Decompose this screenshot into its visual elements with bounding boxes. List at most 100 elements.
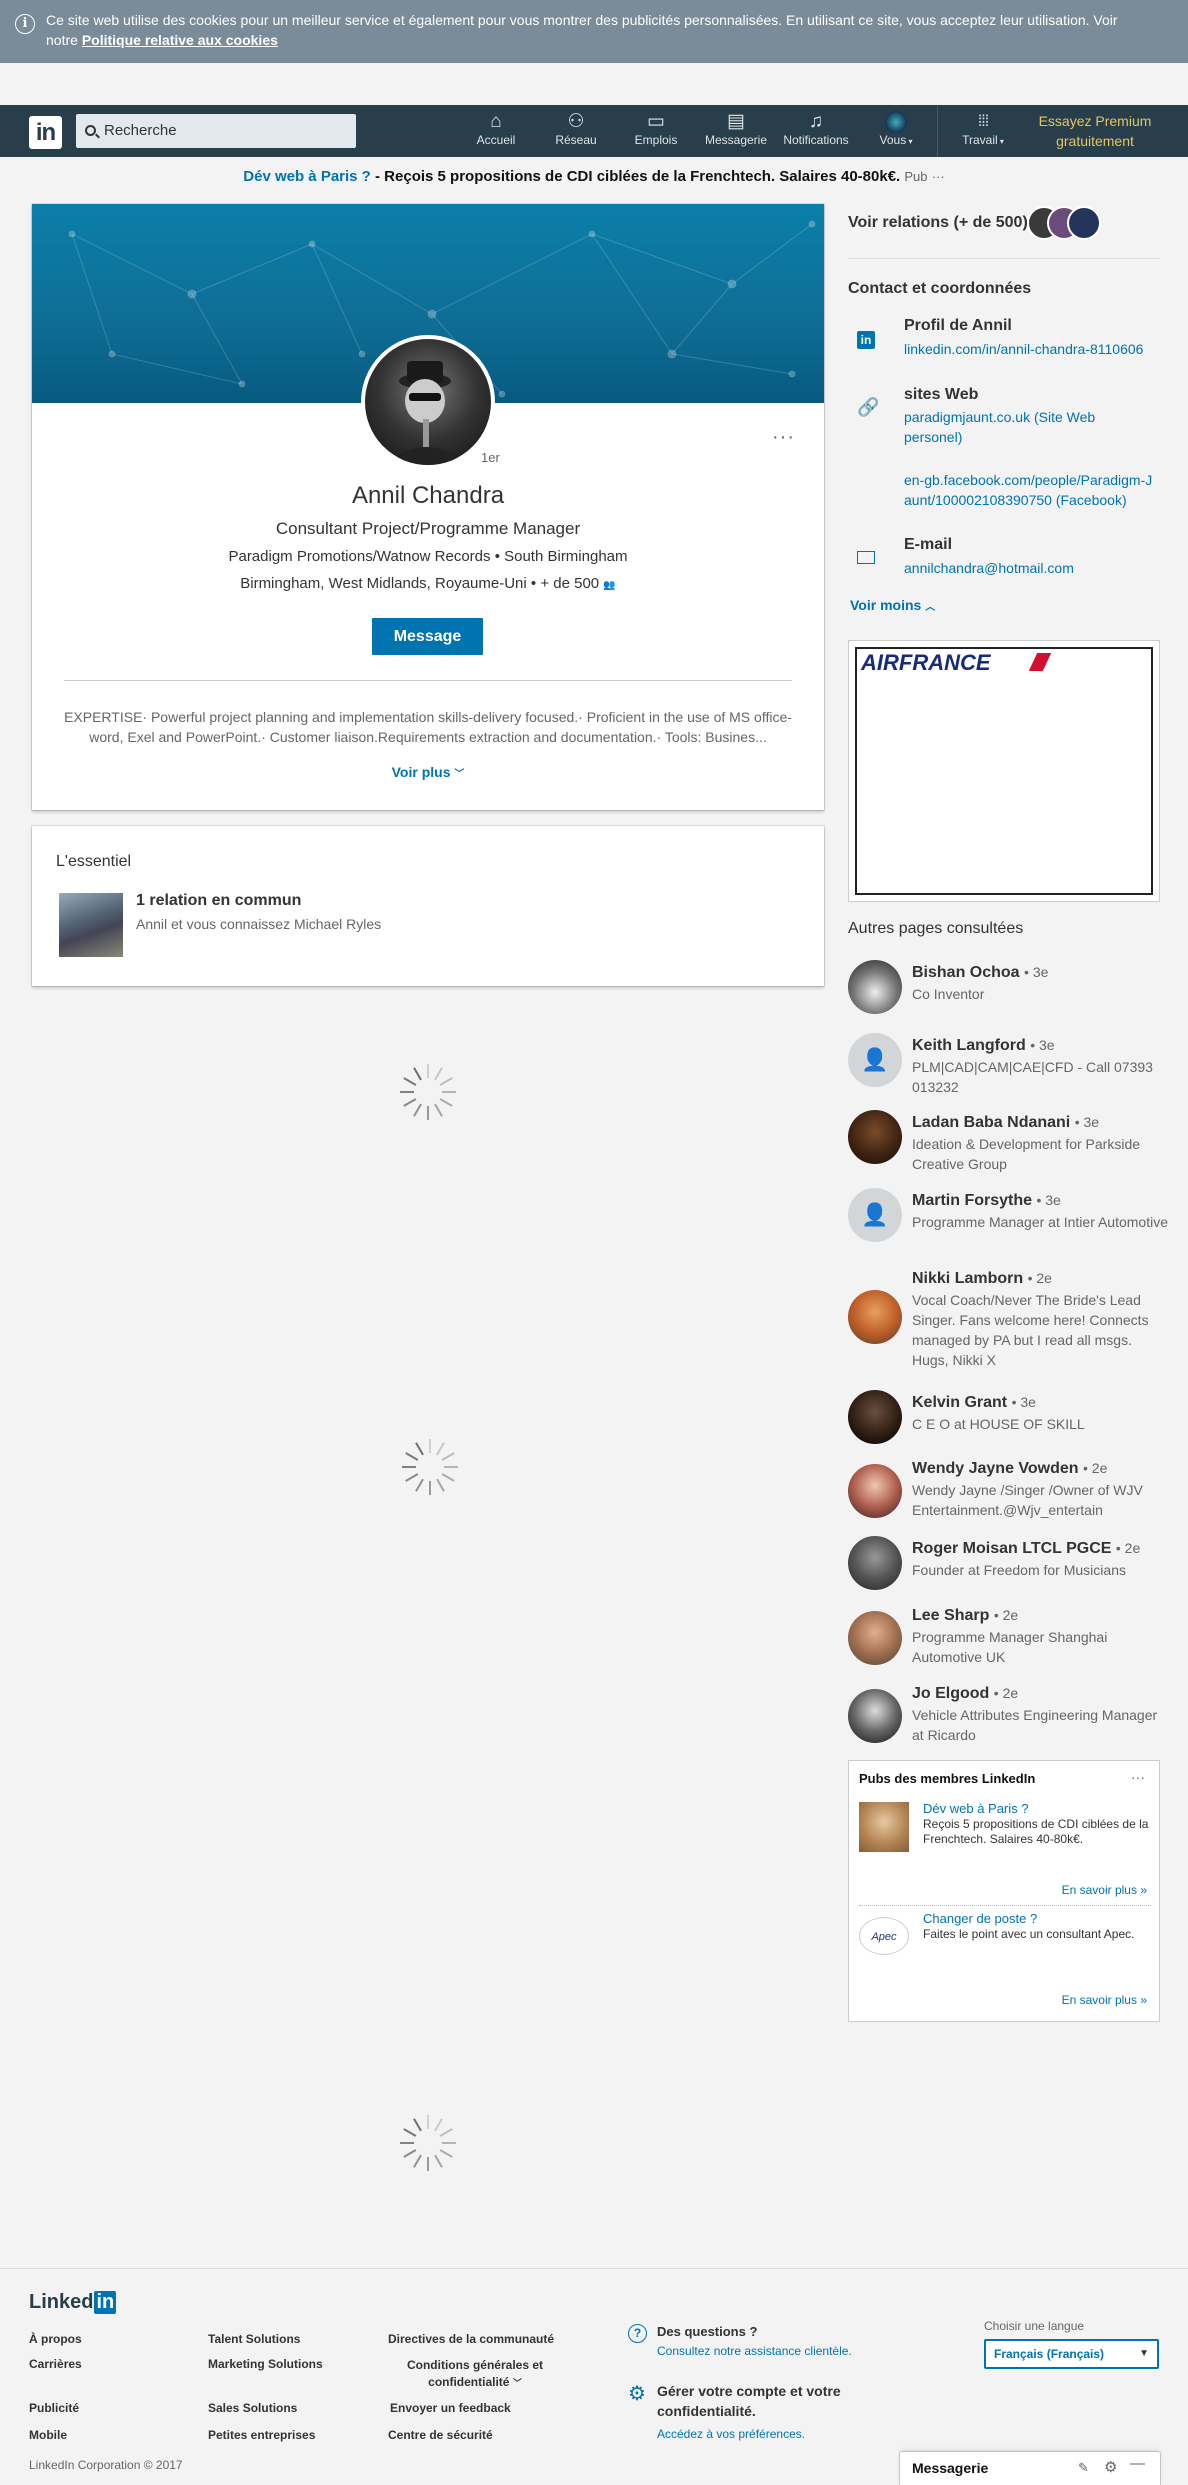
person-item[interactable]: Roger Moisan LTCL PGCE • 2e Founder at F… (848, 1536, 1168, 1596)
profile-url-link[interactable]: linkedin.com/in/annil-chandra-8110606 (904, 341, 1143, 357)
ad2-text[interactable]: Faites le point avec un consultant Apec. (923, 1927, 1153, 1942)
manage-title[interactable]: Gérer votre compte et votre confidential… (657, 2381, 877, 2421)
compose-icon[interactable]: ✎ (1078, 2460, 1089, 2476)
manage-sub[interactable]: Accédez à vos préférences. (657, 2427, 805, 2441)
person-name-line: Ladan Baba Ndanani • 3e (912, 1114, 1099, 1132)
person-item[interactable]: Wendy Jayne Vowden • 2e Wendy Jayne /Sin… (848, 1456, 1168, 1518)
bullet-separator-2: • (530, 575, 541, 592)
person-name: Bishan Ochoa (912, 964, 1020, 981)
sidebar-divider (848, 258, 1160, 259)
person-photo (848, 1689, 902, 1743)
footer-link-about[interactable]: À propos (29, 2332, 82, 2346)
link-icon: 🔗 (857, 397, 880, 417)
profile-school[interactable]: South Birmingham (504, 548, 627, 565)
shared-connections-title[interactable]: 1 relation en commun (136, 892, 301, 910)
person-item[interactable]: 👤 Keith Langford • 3e PLM|CAD|CAM|CAE|CF… (848, 1033, 1168, 1095)
avatar-icon (856, 111, 936, 133)
person-photo (848, 1390, 902, 1444)
footer-link-talent[interactable]: Talent Solutions (208, 2332, 300, 2346)
spinner-bar (415, 1478, 424, 1492)
nav-jobs[interactable]: ▭ Emplois (616, 111, 696, 147)
spinner-bar (413, 1103, 422, 1117)
ad1-text[interactable]: Reçois 5 propositions de CDI ciblées de … (923, 1817, 1153, 1847)
person-item[interactable]: Kelvin Grant • 3e C E O at HOUSE OF SKIL… (848, 1390, 1168, 1450)
shared-connection-photo[interactable] (59, 893, 123, 957)
ad2-title[interactable]: Changer de poste ? (923, 1911, 1037, 1926)
see-less-link[interactable]: Voir moins ︿ (850, 597, 935, 613)
ad2-link[interactable]: En savoir plus » (1062, 1993, 1147, 2007)
profile-summary: EXPERTISE· Powerful project planning and… (64, 709, 792, 745)
member-ads-more-icon[interactable]: ··· (1131, 1769, 1145, 1785)
footer-link-careers[interactable]: Carrières (29, 2357, 82, 2371)
ad1-photo[interactable] (859, 1802, 909, 1852)
language-select[interactable]: Français (Français) ▼ (984, 2339, 1159, 2369)
nav-network[interactable]: ⚇ Réseau (536, 111, 616, 147)
cookie-policy-link[interactable]: Politique relative aux cookies (82, 32, 278, 48)
profile-name: Annil Chandra (351, 482, 505, 509)
footer-link-ads[interactable]: Publicité (29, 2401, 79, 2415)
profile-company[interactable]: Paradigm Promotions/Watnow Records (228, 548, 490, 565)
footer-link-marketing[interactable]: Marketing Solutions (208, 2357, 323, 2371)
nav-messaging[interactable]: ▤ Messagerie (696, 111, 776, 147)
person-item[interactable]: Jo Elgood • 2e Vehicle Attributes Engine… (848, 1681, 1168, 1743)
person-desc: Vocal Coach/Never The Bride's Lead Singe… (912, 1292, 1149, 1368)
footer-link-safety[interactable]: Centre de sécurité (388, 2428, 493, 2442)
person-name-line: Roger Moisan LTCL PGCE • 2e (912, 1540, 1140, 1558)
spinner-bar (429, 1481, 431, 1495)
minimize-icon[interactable]: — (1130, 2455, 1145, 2472)
copyright: LinkedIn Corporation © 2017 (29, 2458, 183, 2472)
email-link[interactable]: annilchandra@hotmail.com (904, 560, 1074, 576)
loading-spinner (398, 2113, 458, 2173)
website-link-2[interactable]: en-gb.facebook.com/people/Paradigm-Jaunt… (904, 470, 1154, 510)
spinner-bar (403, 2149, 417, 2158)
ad1-title[interactable]: Dév web à Paris ? (923, 1801, 1029, 1816)
settings-icon[interactable]: ⚙ (1104, 2458, 1117, 2476)
message-button[interactable]: Message (372, 618, 483, 655)
person-item[interactable]: Bishan Ochoa • 3e Co Inventor (848, 960, 1168, 1020)
profile-photo[interactable] (361, 335, 495, 469)
see-connections-link[interactable]: Voir relations (+ de 500) (848, 214, 1028, 232)
footer-link-sales[interactable]: Sales Solutions (208, 2401, 297, 2415)
ad1-link[interactable]: En savoir plus » (1062, 1883, 1147, 1897)
profile-more-button[interactable]: ··· (772, 426, 795, 449)
questions-title[interactable]: Des questions ? (657, 2324, 757, 2339)
spinner-bar (442, 2142, 456, 2144)
person-name-line: Jo Elgood • 2e (912, 1685, 1018, 1703)
person-desc: Ideation & Development for Parkside Crea… (912, 1136, 1141, 1172)
spinner-bar (413, 2118, 422, 2132)
ad-banner[interactable]: AIRFRANCE (848, 640, 1160, 902)
footer-link-community[interactable]: Directives de la communauté (388, 2332, 554, 2346)
person-item[interactable]: Nikki Lamborn • 2e Vocal Coach/Never The… (848, 1266, 1168, 1376)
see-more-link[interactable]: Voir plus ﹀ (32, 764, 824, 780)
promo-link[interactable]: Dév web à Paris ? (243, 168, 371, 185)
footer-link-mobile[interactable]: Mobile (29, 2428, 67, 2442)
website-link-1[interactable]: paradigmjaunt.co.uk (Site Web personel) (904, 407, 1154, 447)
messaging-dock[interactable]: Messagerie ✎ ⚙ — (900, 2452, 1160, 2485)
chevron-down-icon: ﹀ (454, 769, 465, 780)
ad2-logo[interactable]: Apec (859, 1917, 909, 1955)
divider (64, 680, 792, 681)
connection-avatars[interactable] (1027, 206, 1103, 242)
nav-notifications[interactable]: ♫ Notifications (776, 111, 856, 147)
search-input[interactable]: Recherche (76, 114, 356, 148)
profile-connections[interactable]: + de 500 (540, 575, 599, 592)
person-name-line: Nikki Lamborn • 2e (912, 1270, 1052, 1288)
person-degree: • 2e (1027, 1270, 1052, 1286)
linkedin-logo[interactable]: in (29, 116, 62, 149)
nav-me[interactable]: Vous ▾ (856, 111, 936, 147)
promo-text[interactable]: - Reçois 5 propositions de CDI ciblées d… (371, 168, 900, 185)
spinner-bar (439, 1077, 453, 1086)
footer-link-small-business[interactable]: Petites entreprises (208, 2428, 315, 2442)
footer-link-terms[interactable]: Conditions générales et confidentialité … (395, 2357, 555, 2392)
footer-logo[interactable]: Linked in (29, 2291, 117, 2314)
nav-work[interactable]: ⁞⁞⁞ Travail ▾ (943, 111, 1023, 147)
premium-link[interactable]: Essayez Premium gratuitement (1025, 111, 1165, 151)
person-item[interactable]: Ladan Baba Ndanani • 3e Ideation & Devel… (848, 1110, 1168, 1172)
spinner-bar (400, 2142, 414, 2144)
nav-home[interactable]: ⌂ Accueil (456, 111, 536, 147)
questions-sub[interactable]: Consultez notre assistance clientèle. (657, 2344, 852, 2358)
person-item[interactable]: 👤 Martin Forsythe • 3e Programme Manager… (848, 1188, 1168, 1248)
promo-more-icon[interactable]: ··· (932, 169, 945, 184)
footer-link-feedback[interactable]: Envoyer un feedback (390, 2401, 511, 2415)
person-item[interactable]: Lee Sharp • 2e Programme Manager Shangha… (848, 1603, 1168, 1665)
